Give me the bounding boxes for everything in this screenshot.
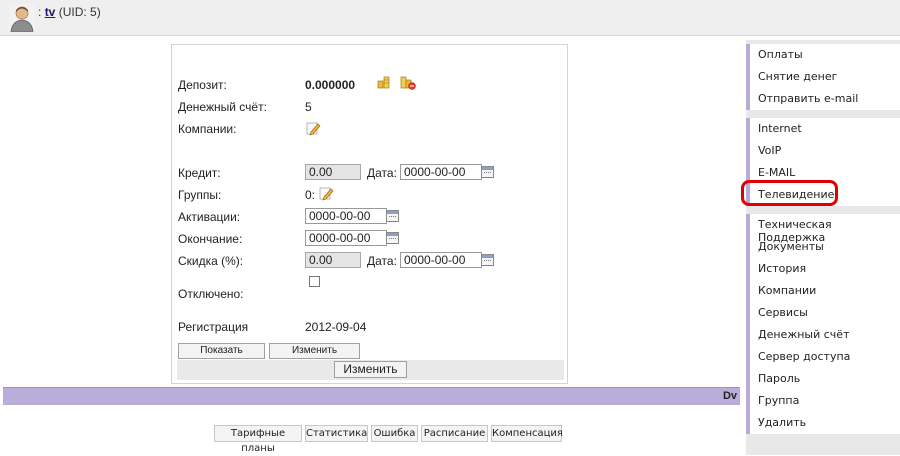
user-avatar-icon xyxy=(9,4,35,32)
module-header-bar: Dv xyxy=(3,387,740,405)
edit-groups-icon[interactable] xyxy=(318,185,334,201)
groups-label: Группы: xyxy=(178,188,222,202)
user-login-link[interactable]: tv xyxy=(45,5,56,19)
sidebar-item-delete[interactable]: Удалить xyxy=(758,416,806,429)
discount-input[interactable] xyxy=(305,252,361,268)
sidebar-item-group[interactable]: Группа xyxy=(758,394,799,407)
expiry-date-input[interactable] xyxy=(305,230,387,246)
credit-date-input[interactable] xyxy=(400,164,482,180)
submit-button[interactable]: Изменить xyxy=(334,361,407,378)
sidebar-separator xyxy=(746,434,900,455)
discount-date-input[interactable] xyxy=(400,252,482,268)
edit-companies-icon[interactable] xyxy=(305,120,321,136)
credit-label: Кредит: xyxy=(178,166,221,180)
sidebar-item-access-server[interactable]: Сервер доступа xyxy=(758,350,850,363)
sidebar-item-email[interactable]: E-MAIL xyxy=(758,166,795,179)
credit-input[interactable] xyxy=(305,164,361,180)
top-bar: : tv (UID: 5) xyxy=(0,0,900,36)
right-sidebar: Оплаты Снятие денег Отправить e-mail Int… xyxy=(743,40,900,455)
add-payment-icon[interactable] xyxy=(376,74,392,90)
show-password-button[interactable]: Показать Пароль xyxy=(178,343,265,370)
sidebar-item-voip[interactable]: VoIP xyxy=(758,144,781,157)
sidebar-item-withdraw[interactable]: Снятие денег xyxy=(758,70,837,83)
disabled-checkbox[interactable] xyxy=(309,276,320,287)
sidebar-item-payments[interactable]: Оплаты xyxy=(758,48,803,61)
disabled-label: Отключено: xyxy=(178,287,244,301)
sidebar-item-documents[interactable]: Документы xyxy=(758,240,824,253)
tab-statistics[interactable]: Статистика xyxy=(305,425,368,442)
sidebar-group-payments: Оплаты Снятие денег Отправить e-mail xyxy=(746,44,900,110)
withdraw-money-icon[interactable] xyxy=(400,74,416,90)
sidebar-item-history[interactable]: История xyxy=(758,262,806,275)
user-uid: (UID: 5) xyxy=(58,5,101,19)
activation-label: Активации: xyxy=(178,210,241,224)
deposit-label: Депозит: xyxy=(178,78,227,92)
discount-label: Скидка (%): xyxy=(178,254,244,268)
companies-label: Компании: xyxy=(178,122,237,136)
tab-tariff-plans[interactable]: Тарифные планы xyxy=(214,425,302,454)
discount-date-label: Дата: xyxy=(367,254,397,268)
tab-errors[interactable]: Ошибка xyxy=(371,425,418,442)
discount-calendar-icon[interactable] xyxy=(481,254,494,266)
activation-date-input[interactable] xyxy=(305,208,387,224)
sidebar-item-internet[interactable]: Internet xyxy=(758,122,802,135)
tab-compensation[interactable]: Компенсация xyxy=(491,425,563,442)
sidebar-group-management: Техническая Поддержка Документы История … xyxy=(746,214,900,434)
tab-schedule[interactable]: Расписание xyxy=(421,425,488,442)
expiry-label: Окончание: xyxy=(178,232,243,246)
change-password-button[interactable]: Изменить Пароль xyxy=(269,343,360,370)
sidebar-item-services[interactable]: Сервисы xyxy=(758,306,808,319)
sidebar-item-password[interactable]: Пароль xyxy=(758,372,800,385)
header-user-info: : tv (UID: 5) xyxy=(38,5,101,19)
registration-label: Регистрация xyxy=(178,320,249,334)
module-tabs: Тарифные планы Статистика Ошибка Расписа… xyxy=(0,425,740,454)
account-value: 5 xyxy=(305,100,312,114)
registration-value: 2012-09-04 xyxy=(305,320,367,334)
groups-value: 0: xyxy=(305,188,316,202)
sidebar-item-account[interactable]: Денежный счёт xyxy=(758,328,849,341)
deposit-value: 0.000000 xyxy=(305,78,356,92)
sidebar-separator xyxy=(746,110,900,118)
module-label: Dv xyxy=(722,390,737,402)
activation-calendar-icon[interactable] xyxy=(386,210,399,222)
television-highlight-annotation xyxy=(741,180,838,206)
account-label: Денежный счёт: xyxy=(178,100,267,114)
user-info-form: Депозит: 0.000000 Денежный счёт: 5 Компа… xyxy=(171,44,568,384)
header-separator: : xyxy=(38,5,42,19)
credit-date-label: Дата: xyxy=(367,166,397,180)
credit-calendar-icon[interactable] xyxy=(481,166,494,178)
sidebar-item-send-email[interactable]: Отправить e-mail xyxy=(758,92,858,105)
sidebar-item-companies[interactable]: Компании xyxy=(758,284,816,297)
submit-row: Изменить xyxy=(177,360,564,380)
sidebar-separator xyxy=(746,206,900,214)
expiry-calendar-icon[interactable] xyxy=(386,232,399,244)
